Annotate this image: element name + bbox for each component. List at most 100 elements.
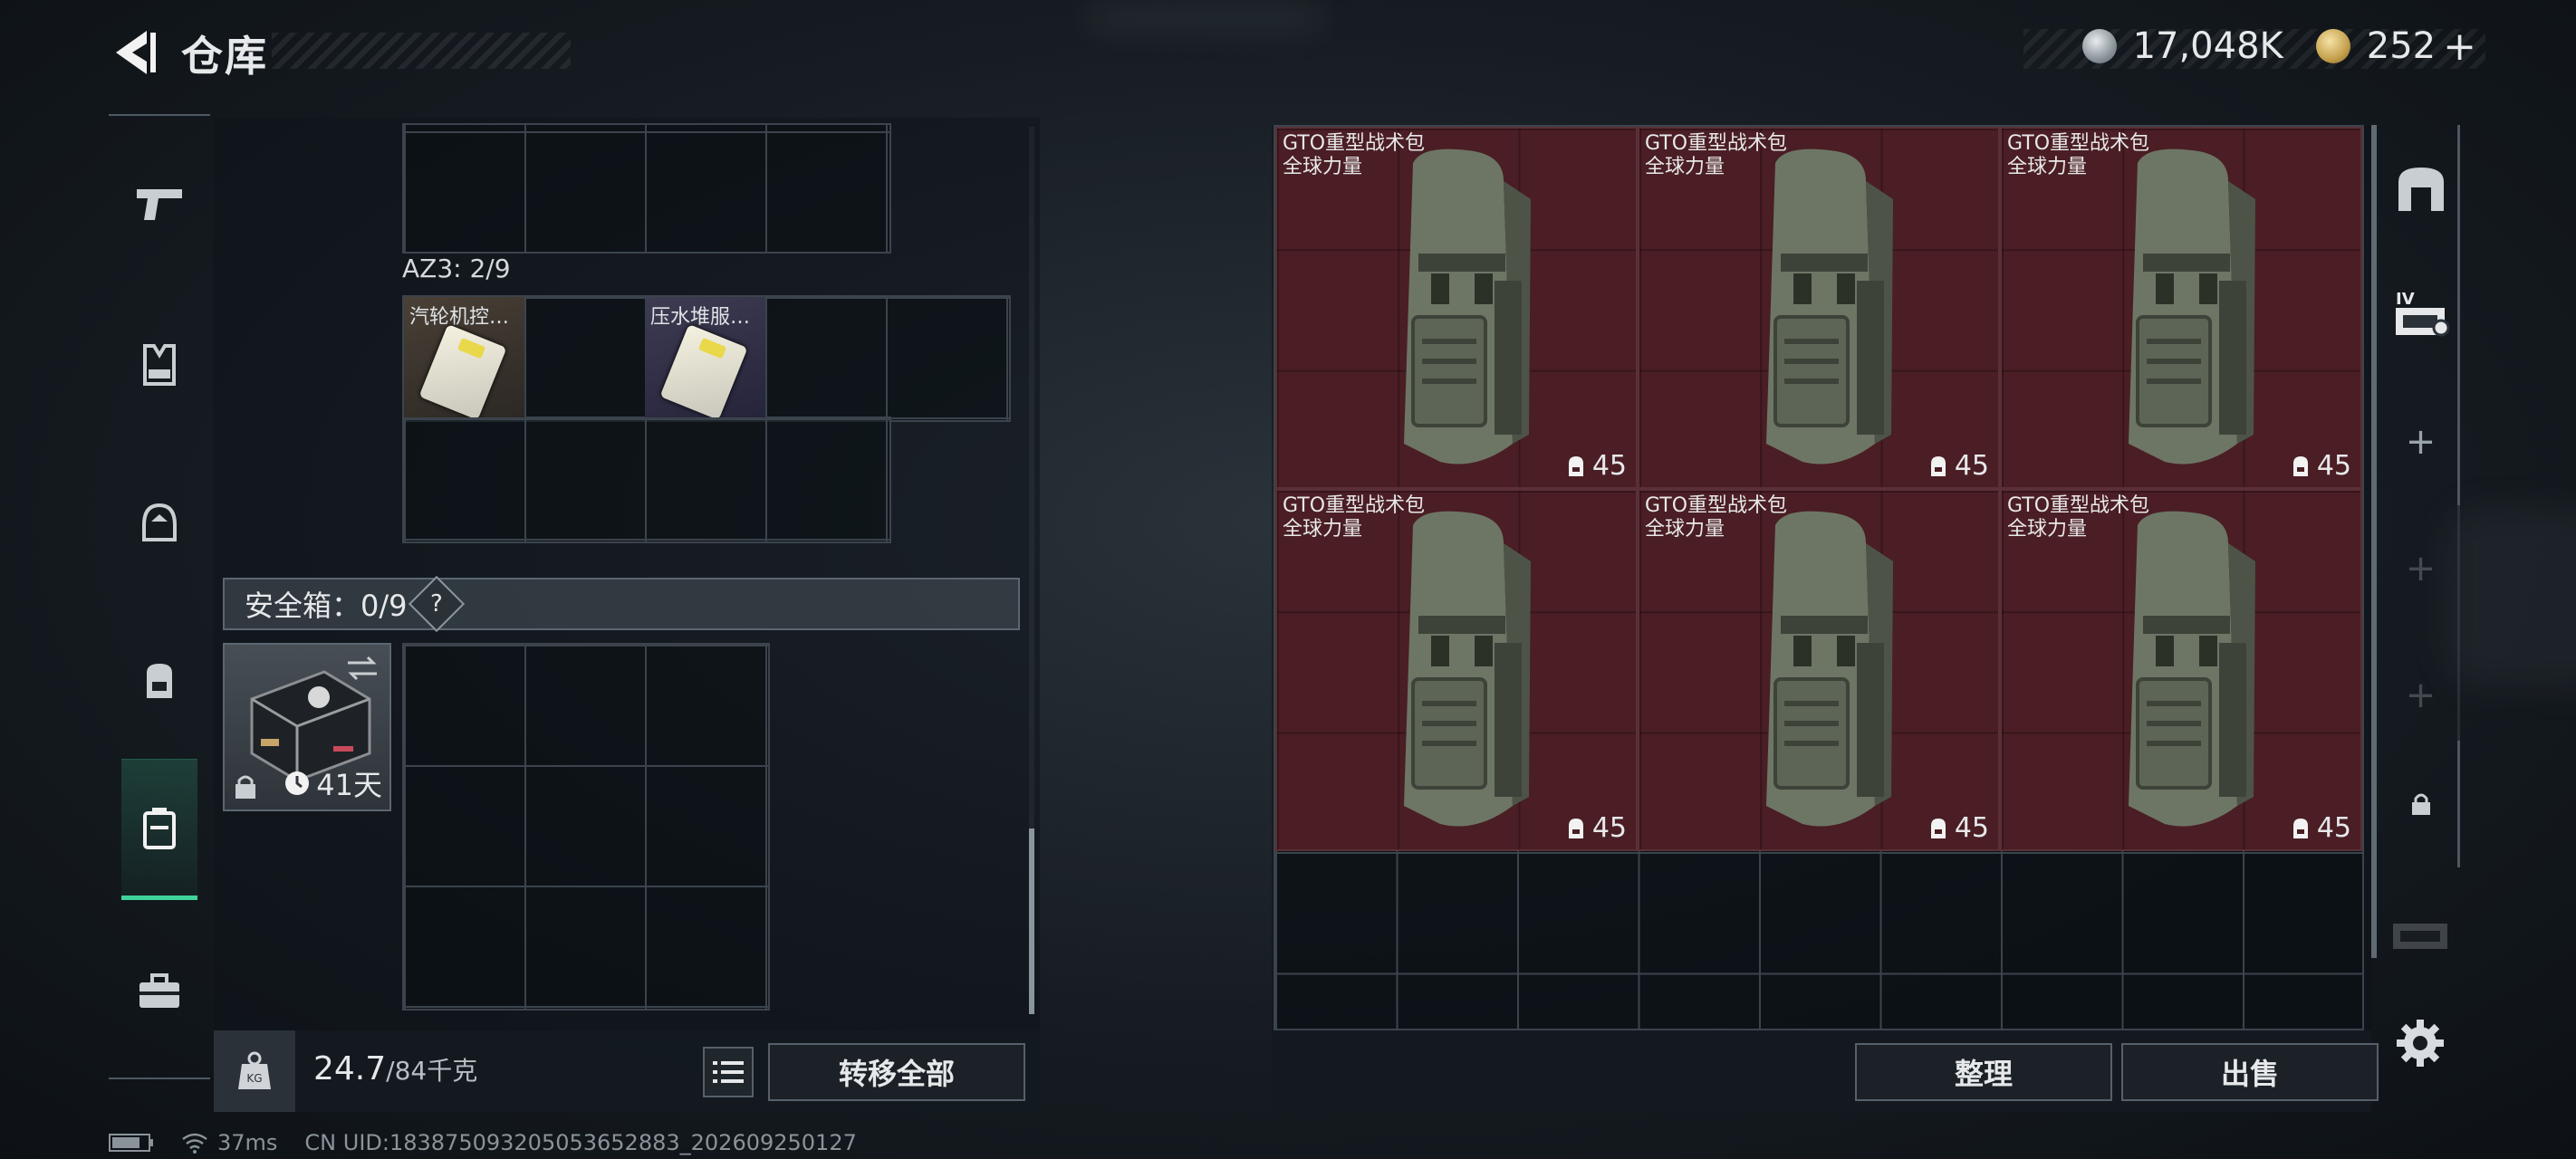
lock-icon xyxy=(235,775,255,799)
title-decoration xyxy=(272,33,571,69)
right-scroll-bar[interactable] xyxy=(2371,125,2377,958)
stash-item-backpack[interactable]: GTO重型战术包 全球力量 45 xyxy=(1638,127,2000,489)
locked-stash-tab[interactable] xyxy=(2384,741,2460,867)
battery-icon xyxy=(109,1134,153,1152)
sidebar-item-helmet[interactable] xyxy=(121,455,197,590)
item-capacity: 45 xyxy=(1565,812,1627,844)
capacity-icon xyxy=(2292,818,2308,838)
capacity-icon xyxy=(1568,818,1583,838)
back-button[interactable] xyxy=(107,25,161,80)
transfer-all-button[interactable]: 转移全部 xyxy=(768,1043,1025,1101)
gold-coin-icon xyxy=(2315,29,2350,63)
silver-coin-icon xyxy=(2081,29,2117,63)
capacity-icon xyxy=(1568,455,1583,476)
add-stash-tab-button-1[interactable]: + xyxy=(2384,378,2460,505)
item-capacity: 45 xyxy=(1927,812,1989,844)
sidebar-item-weapons[interactable] xyxy=(121,136,197,272)
safe-box-label: 安全箱：0/9 xyxy=(245,589,408,623)
stash-item-backpack[interactable]: GTO重型战术包 全球力量 45 xyxy=(1275,489,1638,851)
safe-box-duration: 41天 xyxy=(316,768,382,802)
category-sidebar xyxy=(109,114,210,1079)
item-name: GTO重型战术包 全球力量 xyxy=(1283,132,1426,178)
capacity-icon xyxy=(2292,455,2308,476)
extra-stash-icon[interactable] xyxy=(2391,916,2449,953)
item-capacity: 45 xyxy=(1927,450,1989,482)
rig-grid-top xyxy=(402,123,891,254)
stash-item-backpack[interactable]: GTO重型战术包 全球力量 45 xyxy=(2000,127,2362,489)
status-bar: 37ms CN UID:18387509320505365​2883_20260… xyxy=(109,1130,857,1155)
item-capacity: 45 xyxy=(1565,450,1627,482)
item-capacity: 45 xyxy=(2290,812,2351,844)
az3-capacity-label: AZ3: 2/9 xyxy=(402,254,511,283)
vest-icon xyxy=(143,344,176,386)
stash-item-backpack[interactable]: GTO重型战术包 全球力量 45 xyxy=(1638,489,2000,851)
backpack-icon xyxy=(1404,148,1531,465)
backpack-icon xyxy=(1766,148,1893,465)
keycard-icon xyxy=(659,324,748,417)
stash-tier-icon: IV xyxy=(2395,290,2449,337)
item-label: 压水堆服… xyxy=(650,306,751,329)
add-stash-tab-button-2[interactable]: + xyxy=(2384,505,2460,632)
current-weight: 24.7 xyxy=(313,1050,387,1087)
settings-button[interactable] xyxy=(2391,1014,2449,1072)
item-capacity: 45 xyxy=(2290,450,2351,482)
vault-icon xyxy=(2398,168,2444,211)
sidebar-item-toolkit[interactable] xyxy=(121,924,197,1059)
gear-icon xyxy=(2397,1020,2444,1067)
stash-tab-4[interactable]: IV xyxy=(2384,252,2460,378)
safe-help-button[interactable]: ? xyxy=(408,575,465,633)
sidebar-item-backpack[interactable] xyxy=(121,612,197,748)
uid-text: CN UID:18387509320505365​2883_2026092501… xyxy=(304,1130,857,1155)
gold-amount: 252 xyxy=(2366,25,2437,67)
left-bottom-bar: KG 24.7/84千克 转移全部 xyxy=(214,1030,1040,1112)
svg-text:IV: IV xyxy=(2396,290,2415,309)
sort-button[interactable]: 整理 xyxy=(1855,1043,2112,1101)
add-gold-button[interactable]: + xyxy=(2443,24,2476,70)
az3-grid-row2[interactable] xyxy=(402,417,891,543)
stash-tab-main[interactable] xyxy=(2384,125,2460,252)
inventory-item-pwr-server[interactable]: 压水堆服… xyxy=(645,297,765,417)
container-icon xyxy=(143,808,176,849)
carry-weight: 24.7/84千克 xyxy=(313,1050,477,1087)
pistol-icon xyxy=(137,189,182,220)
lock-icon xyxy=(2411,793,2430,815)
inventory-item-turbine-control[interactable]: 汽轮机控… xyxy=(404,297,524,417)
svg-text:KG: KG xyxy=(246,1072,262,1085)
max-weight: /84千克 xyxy=(386,1056,478,1086)
page-title: 仓库 xyxy=(181,32,268,81)
add-stash-tab-button-3[interactable]: + xyxy=(2384,632,2460,759)
swap-icon xyxy=(348,656,377,681)
silver-amount: 17,048K xyxy=(2132,25,2283,67)
list-icon xyxy=(713,1061,744,1083)
backpack-icon xyxy=(1404,511,1531,827)
backpack-icon xyxy=(1766,511,1893,827)
wifi-icon xyxy=(182,1133,207,1154)
keycard-icon xyxy=(418,324,507,417)
sidebar-item-container[interactable] xyxy=(121,759,197,900)
capacity-icon xyxy=(1930,455,1946,476)
capacity-icon xyxy=(1930,818,1946,838)
safe-box-grid[interactable] xyxy=(402,643,770,1011)
left-scroll-thumb[interactable] xyxy=(1029,829,1034,1014)
stash-item-backpack[interactable]: GTO重型战术包 全球力量 45 xyxy=(1275,127,1638,489)
weight-icon: KG xyxy=(214,1030,295,1112)
clock-icon xyxy=(285,771,310,795)
right-bottom-bar: 整理 出售 xyxy=(1272,1030,2379,1112)
safe-box-item[interactable]: 41天 xyxy=(223,643,391,811)
safe-box-header: 安全箱：0/9 ? xyxy=(223,575,1020,633)
backpack-icon xyxy=(2129,148,2255,465)
currency-bar: 17,048K 252 + xyxy=(2081,24,2476,70)
sidebar-item-armor[interactable] xyxy=(121,297,197,433)
list-view-button[interactable] xyxy=(703,1047,754,1097)
item-name: GTO重型战术包 全球力量 xyxy=(1283,494,1426,541)
back-arrow-icon xyxy=(116,31,156,74)
item-name: GTO重型战术包 全球力量 xyxy=(1645,132,1788,178)
item-name: GTO重型战术包 全球力量 xyxy=(2007,494,2150,541)
stash-tabs-sidebar: IV + + + xyxy=(2384,125,2460,867)
stash-item-backpack[interactable]: GTO重型战术包 全球力量 45 xyxy=(2000,489,2362,851)
backpack-icon xyxy=(2129,511,2255,827)
item-name: GTO重型战术包 全球力量 xyxy=(2007,132,2150,178)
backpack-icon xyxy=(147,664,172,698)
sell-button[interactable]: 出售 xyxy=(2121,1043,2379,1101)
ping-value: 37ms xyxy=(217,1130,278,1155)
